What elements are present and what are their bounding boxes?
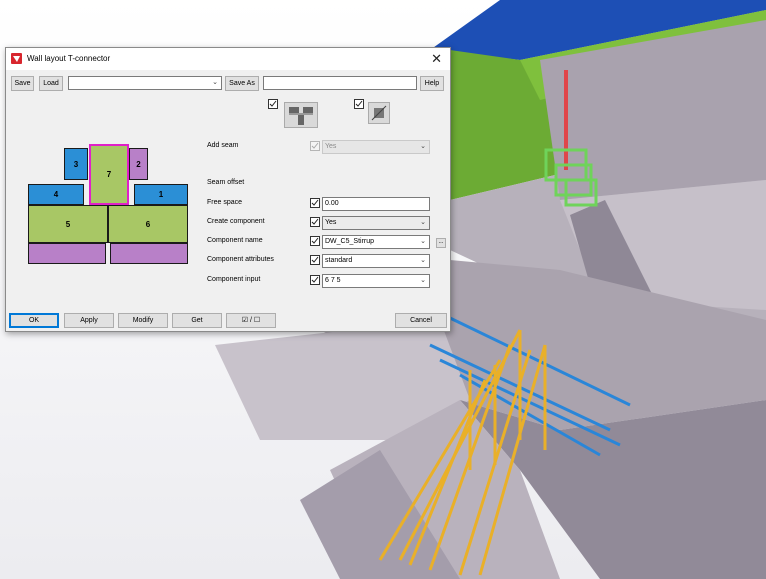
- seam-offset-label: Seam offset: [207, 179, 245, 186]
- component-name-select[interactable]: DW_C5_Stirrup ⌄: [322, 235, 430, 249]
- component-name-value: DW_C5_Stirrup: [325, 238, 375, 245]
- checkmark-icon: [311, 276, 319, 283]
- help-button[interactable]: Help: [420, 76, 444, 91]
- component-input-value: 6 7 5: [325, 277, 341, 284]
- create-component-label: Create component: [207, 218, 265, 225]
- save-as-input[interactable]: [263, 76, 417, 90]
- component-attributes-checkbox[interactable]: [310, 255, 320, 265]
- checkmark-icon: [269, 100, 277, 107]
- component-attributes-label: Component attributes: [207, 256, 274, 263]
- create-component-value: Yes: [325, 219, 337, 226]
- part-1[interactable]: 1: [134, 184, 188, 205]
- part-2[interactable]: 2: [129, 148, 148, 180]
- close-icon[interactable]: ✕: [431, 51, 442, 67]
- add-seam-select: Yes ⌄: [322, 140, 430, 154]
- component-input-label: Component input: [207, 276, 261, 283]
- component-attributes-value: standard: [325, 257, 353, 264]
- free-space-checkbox[interactable]: [310, 198, 320, 208]
- get-button[interactable]: Get: [172, 313, 222, 328]
- window-title: Wall layout T-connector: [27, 54, 111, 63]
- chevron-down-icon: ⌄: [420, 238, 426, 245]
- load-button[interactable]: Load: [39, 76, 63, 91]
- chevron-down-icon: ⌄: [420, 257, 426, 264]
- checkmark-icon: [311, 218, 319, 225]
- chevron-down-icon: ⌄: [212, 79, 218, 86]
- component-name-checkbox[interactable]: [310, 236, 320, 246]
- chevron-down-icon: ⌄: [420, 219, 426, 226]
- add-seam-label: Add seam: [207, 142, 239, 149]
- wall-layout-dialog: Wall layout T-connector ✕ Save Load ⌄ Sa…: [5, 47, 451, 332]
- bottom-part-right[interactable]: [110, 243, 188, 264]
- title-bar[interactable]: Wall layout T-connector ✕: [6, 48, 450, 70]
- create-component-select[interactable]: Yes ⌄: [322, 216, 430, 230]
- create-component-checkbox[interactable]: [310, 217, 320, 227]
- component-attributes-select[interactable]: standard ⌄: [322, 254, 430, 268]
- save-button[interactable]: Save: [11, 76, 34, 91]
- t-connection-icon[interactable]: [284, 102, 318, 128]
- preset-select[interactable]: ⌄: [68, 76, 222, 90]
- part-4[interactable]: 4: [28, 184, 84, 205]
- connection-type-a-checkbox[interactable]: [268, 99, 278, 109]
- apply-button[interactable]: Apply: [64, 313, 114, 328]
- component-input-checkbox[interactable]: [310, 275, 320, 285]
- modify-button[interactable]: Modify: [118, 313, 168, 328]
- checkmark-icon: [311, 142, 319, 149]
- free-space-input[interactable]: 0.00: [322, 197, 430, 211]
- cancel-button[interactable]: Cancel: [395, 313, 447, 328]
- connection-type-b-checkbox[interactable]: [354, 99, 364, 109]
- free-space-label: Free space: [207, 199, 243, 206]
- checkmark-icon: [311, 237, 319, 244]
- chevron-down-icon: ⌄: [420, 143, 426, 150]
- checkmark-icon: [311, 256, 319, 263]
- part-6[interactable]: 6: [108, 205, 188, 243]
- save-as-button[interactable]: Save As: [225, 76, 259, 91]
- add-seam-checkbox: [310, 141, 320, 151]
- component-input-select[interactable]: 6 7 5 ⌄: [322, 274, 430, 288]
- toggle-checkboxes-button[interactable]: ☑ / ☐: [226, 313, 276, 328]
- checkmark-icon: [311, 199, 319, 206]
- part-3[interactable]: 3: [64, 148, 88, 180]
- ok-button[interactable]: OK: [9, 313, 59, 328]
- add-seam-value: Yes: [325, 143, 337, 150]
- part-7-selected[interactable]: 7: [89, 144, 129, 205]
- app-icon: [11, 53, 22, 64]
- checkmark-icon: [355, 100, 363, 107]
- corner-connection-icon[interactable]: [368, 102, 390, 124]
- browse-button[interactable]: ...: [436, 238, 446, 248]
- component-name-label: Component name: [207, 237, 263, 244]
- bottom-part-left[interactable]: [28, 243, 106, 264]
- chevron-down-icon: ⌄: [420, 277, 426, 284]
- part-5[interactable]: 5: [28, 205, 108, 243]
